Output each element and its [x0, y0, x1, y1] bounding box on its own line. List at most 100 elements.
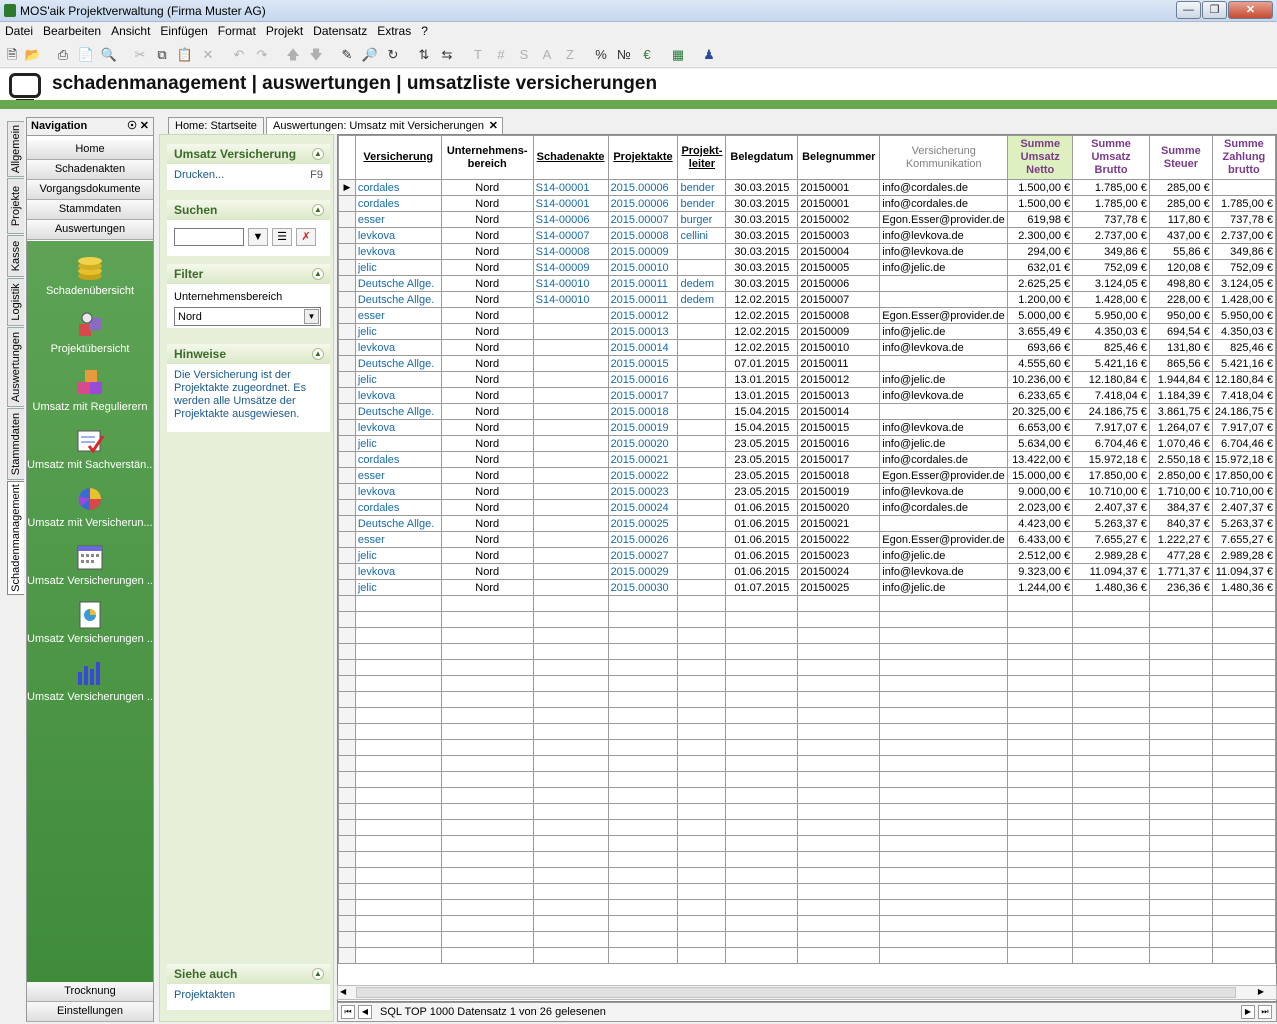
print-preview-icon[interactable]: 📄 — [77, 46, 95, 64]
table-row[interactable]: esser Nord 2015.00012 12.02.2015 20150008 Ego… — [338, 307, 1276, 324]
cell-belegdatum[interactable] — [725, 595, 799, 612]
cell-zahlung-brutto[interactable]: 10.710,00 € — [1211, 483, 1276, 500]
cell-projektleiter[interactable] — [677, 371, 727, 388]
cell-steuer[interactable]: 1.710,00 € — [1148, 483, 1213, 500]
scroll-right-icon[interactable]: ▶ — [1258, 987, 1264, 996]
minimize-button[interactable]: — — [1176, 1, 1201, 19]
cell-unternehmensbereich[interactable] — [440, 611, 534, 628]
cell-belegdatum[interactable] — [725, 611, 799, 628]
table-row[interactable] — [338, 899, 1276, 916]
row-selector[interactable] — [338, 195, 356, 212]
cell-umsatz-brutto[interactable]: 7.655,27 € — [1072, 531, 1150, 548]
cell-versicherung[interactable] — [354, 867, 442, 884]
cell-kommunikation[interactable] — [879, 275, 1009, 292]
cell-versicherung[interactable] — [354, 691, 442, 708]
table-row[interactable]: levkova Nord S14-00008 2015.00009 30.03.2015… — [338, 243, 1276, 260]
cell-zahlung-brutto[interactable] — [1211, 947, 1276, 964]
cell-umsatz-brutto[interactable]: 1.480,36 € — [1072, 579, 1150, 596]
cell-steuer[interactable] — [1148, 931, 1213, 948]
cell-projektakte[interactable] — [607, 675, 679, 692]
cell-umsatz-netto[interactable]: 2.023,00 € — [1007, 499, 1074, 516]
cell-unternehmensbereich[interactable]: Nord — [440, 259, 534, 276]
cell-schadenakte[interactable] — [532, 739, 609, 756]
cell-schadenakte[interactable] — [532, 323, 609, 340]
cell-versicherung[interactable] — [354, 707, 442, 724]
cell-unternehmensbereich[interactable]: Nord — [440, 435, 534, 452]
cell-kommunikation[interactable] — [879, 739, 1009, 756]
menu-datei[interactable]: Datei — [0, 22, 38, 38]
row-selector[interactable] — [338, 499, 356, 516]
cell-steuer[interactable]: 437,00 € — [1148, 227, 1213, 244]
cell-belegnummer[interactable]: 20150012 — [797, 371, 881, 388]
cell-projektleiter[interactable]: bender — [677, 195, 727, 212]
table-row[interactable]: Deutsche Allge. Nord 2015.00025 01.06.2015 2… — [338, 515, 1276, 532]
cell-umsatz-brutto[interactable]: 3.124,05 € — [1072, 275, 1150, 292]
cell-belegnummer[interactable] — [797, 643, 881, 660]
cell-belegnummer[interactable] — [797, 627, 881, 644]
cell-kommunikation[interactable] — [879, 659, 1009, 676]
cell-steuer[interactable]: 865,56 € — [1148, 355, 1213, 372]
cell-zahlung-brutto[interactable]: 1.785,00 € — [1211, 195, 1276, 212]
cell-kommunikation[interactable]: info@jelic.de — [879, 323, 1009, 340]
clear-filter-icon[interactable]: ✗ — [296, 228, 316, 246]
vtab-allgemein[interactable]: Allgemein — [7, 121, 24, 177]
cell-projektleiter[interactable] — [677, 387, 727, 404]
cell-projektakte[interactable] — [607, 739, 679, 756]
search-icon[interactable]: 🔎 — [361, 46, 379, 64]
cell-steuer[interactable] — [1148, 723, 1213, 740]
row-selector[interactable] — [338, 211, 356, 228]
cell-kommunikation[interactable] — [879, 595, 1009, 612]
row-selector[interactable] — [338, 851, 356, 868]
cell-unternehmensbereich[interactable]: Nord — [440, 227, 534, 244]
cell-versicherung[interactable] — [354, 787, 442, 804]
nav-item-umsatz-sachverstaendige[interactable]: Umsatz mit Sachverstän... — [27, 419, 153, 477]
cell-versicherung[interactable]: levkova — [354, 419, 442, 436]
cell-zahlung-brutto[interactable]: 1.428,00 € — [1211, 291, 1276, 308]
cell-versicherung[interactable] — [354, 659, 442, 676]
cell-zahlung-brutto[interactable]: 5.263,37 € — [1211, 515, 1276, 532]
cell-zahlung-brutto[interactable]: 5.950,00 € — [1211, 307, 1276, 324]
cell-steuer[interactable]: 384,37 € — [1148, 499, 1213, 516]
cell-projektleiter[interactable] — [677, 707, 727, 724]
cell-umsatz-brutto[interactable] — [1072, 659, 1150, 676]
cell-zahlung-brutto[interactable] — [1211, 723, 1276, 740]
cell-projektakte[interactable] — [607, 627, 679, 644]
cell-projektleiter[interactable] — [677, 451, 727, 468]
cell-steuer[interactable] — [1148, 595, 1213, 612]
cell-umsatz-brutto[interactable] — [1072, 707, 1150, 724]
cell-belegdatum[interactable]: 30.03.2015 — [725, 179, 799, 196]
text-a-icon[interactable]: A — [538, 46, 556, 64]
cell-schadenakte[interactable] — [532, 627, 609, 644]
cell-belegdatum[interactable] — [725, 947, 799, 964]
cell-schadenakte[interactable] — [532, 467, 609, 484]
cell-versicherung[interactable] — [354, 915, 442, 932]
row-selector[interactable] — [338, 371, 356, 388]
table-row[interactable] — [338, 835, 1276, 852]
cell-zahlung-brutto[interactable] — [1211, 707, 1276, 724]
cell-unternehmensbereich[interactable] — [440, 803, 534, 820]
cell-projektakte[interactable] — [607, 883, 679, 900]
cell-kommunikation[interactable]: info@levkova.de — [879, 243, 1009, 260]
cell-schadenakte[interactable] — [532, 563, 609, 580]
cell-zahlung-brutto[interactable]: 737,78 € — [1211, 211, 1276, 228]
cell-umsatz-netto[interactable]: 9.000,00 € — [1007, 483, 1074, 500]
cell-belegnummer[interactable] — [797, 787, 881, 804]
cell-umsatz-brutto[interactable] — [1072, 675, 1150, 692]
cell-umsatz-netto[interactable]: 294,00 € — [1007, 243, 1074, 260]
cell-umsatz-netto[interactable] — [1007, 691, 1074, 708]
cell-projektleiter[interactable] — [677, 403, 727, 420]
cell-kommunikation[interactable] — [879, 915, 1009, 932]
cell-projektleiter[interactable] — [677, 851, 727, 868]
cell-belegnummer[interactable] — [797, 803, 881, 820]
cell-unternehmensbereich[interactable] — [440, 883, 534, 900]
table-row[interactable]: levkova Nord 2015.00017 13.01.2015 20150013 i… — [338, 387, 1276, 404]
cell-schadenakte[interactable] — [532, 675, 609, 692]
nav-button-auswertungen[interactable]: Auswertungen — [27, 220, 153, 240]
cell-unternehmensbereich[interactable]: Nord — [440, 451, 534, 468]
cell-projektakte[interactable]: 2015.00013 — [607, 323, 679, 340]
row-selector[interactable] — [338, 451, 356, 468]
close-pane-icon[interactable]: ✕ — [140, 119, 149, 132]
cell-versicherung[interactable]: cordales — [354, 451, 442, 468]
col-header-projektakte[interactable]: Projektakte — [607, 135, 679, 180]
cell-belegdatum[interactable] — [725, 707, 799, 724]
